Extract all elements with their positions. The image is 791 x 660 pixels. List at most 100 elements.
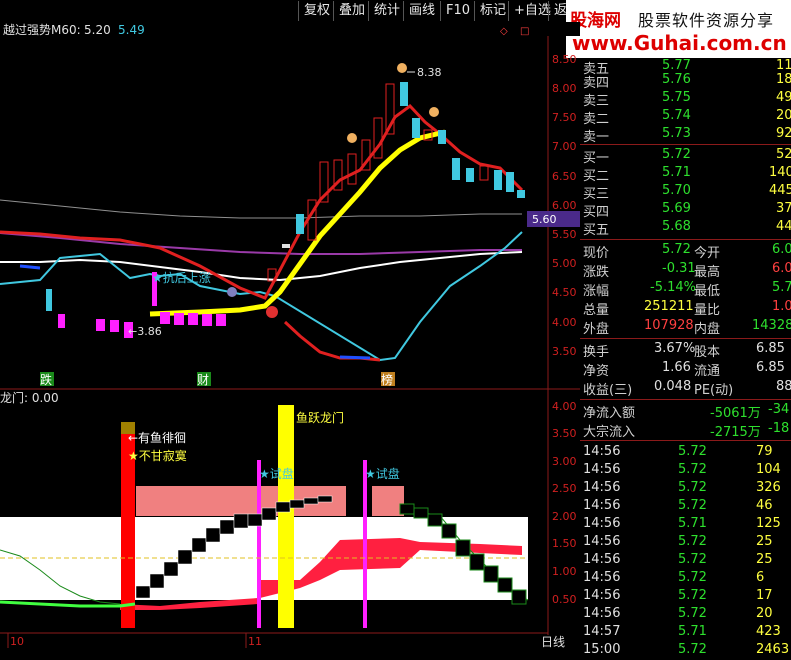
sell-signal-icon	[266, 306, 278, 318]
tick-price: 5.72	[678, 498, 707, 513]
price-chart[interactable]: 越过强势M60: 5.20 5.49 ◇ □ 8.50 8.00 7.50 7.…	[0, 22, 580, 390]
sub-tick: 1.50	[552, 537, 577, 550]
tick-price: 5.72	[678, 642, 707, 657]
stat-row: 现价 5.72 今开 6.0	[583, 242, 791, 261]
square-icon: □	[520, 26, 529, 37]
yellow-signal-bar	[278, 405, 294, 628]
tick-time: 14:56	[583, 480, 621, 495]
tick-time: 14:56	[583, 534, 621, 549]
ma-red-low	[283, 320, 381, 362]
magenta-signal-bar	[363, 460, 367, 628]
f10-button[interactable]: F10	[440, 1, 475, 21]
tick-time: 15:00	[583, 642, 621, 657]
date-label: 11	[248, 635, 262, 648]
sub-tick: 3.00	[552, 455, 577, 468]
indicator-value-2: 5.49	[118, 23, 145, 37]
sub-tick: 2.00	[552, 510, 577, 523]
candle	[174, 313, 184, 325]
candle	[202, 314, 212, 326]
period-label[interactable]: 日线	[541, 635, 565, 648]
tick-row: 14:56 5.72 46	[580, 498, 791, 516]
label-buganjimo: ★不甘寂寞	[128, 448, 187, 463]
label-shipan-2: ★试盘	[365, 466, 400, 481]
candle	[282, 244, 290, 248]
tick-row: 15:00 5.72 2463	[580, 642, 791, 660]
stats-button[interactable]: 统计	[368, 1, 405, 21]
ma-blue-low	[339, 355, 371, 360]
quote-panel: 卖五 5.77 11 卖四 5.76 18 卖三 5.75 49 卖二 5.74 20 卖一 5.…	[580, 58, 791, 657]
ask-row[interactable]: 卖三 5.75 49	[580, 90, 791, 109]
candle	[160, 312, 170, 324]
indicator-value-1: 5.20	[84, 23, 111, 37]
price-tick: 6.50	[552, 170, 577, 183]
tick-time: 14:56	[583, 498, 621, 513]
ask-row[interactable]: 卖二 5.74 20	[580, 108, 791, 127]
bid-row[interactable]: 买二 5.71 140	[580, 165, 791, 184]
logo-tagline: 股票软件资源分享	[638, 11, 775, 30]
tick-time: 14:56	[583, 606, 621, 621]
ask-row[interactable]: 卖一 5.73 92	[580, 126, 791, 145]
price-tick: 4.00	[552, 316, 577, 329]
magenta-signal-bar	[257, 460, 261, 628]
candle	[96, 319, 105, 331]
tick-volume: 25	[756, 552, 773, 567]
tick-price: 5.72	[678, 462, 707, 477]
pink-zone	[372, 486, 404, 516]
divider	[580, 144, 791, 145]
stat-row: 换手 3.67% 股本 6.85	[583, 341, 785, 360]
bid-row[interactable]: 买四 5.69 37	[580, 201, 791, 220]
diamond-icon: ◇	[500, 26, 508, 37]
price-tick: 3.50	[552, 345, 577, 358]
price-tick: 7.00	[552, 140, 577, 153]
candle	[110, 320, 119, 332]
high-marker: 8.38	[397, 63, 442, 79]
candle	[347, 153, 357, 185]
tick-price: 5.72	[678, 570, 707, 585]
dragon-gate-chart[interactable]: 龙门: 0.00 4.00 3.50 3.00 2.50 2.00 1.50 1…	[0, 390, 580, 648]
tick-volume: 125	[756, 516, 781, 531]
price-axis: 8.50 8.00 7.50 7.00 6.50 6.00 5.50 5.00 …	[552, 53, 577, 358]
tick-row: 14:56 5.72 104	[580, 462, 791, 480]
tick-row: 14:57 5.71 423	[580, 624, 791, 642]
overlay-button[interactable]: 叠加	[333, 1, 370, 21]
tick-time: 14:56	[583, 588, 621, 603]
date-label: 10	[10, 635, 24, 648]
fuquan-button[interactable]: 复权	[298, 1, 335, 21]
draw-button[interactable]: 画线	[403, 1, 440, 21]
candle	[296, 214, 304, 234]
ask-row[interactable]: 卖四 5.76 18	[580, 72, 791, 91]
mark-button[interactable]: 标记	[474, 1, 511, 21]
sub-tick: 4.00	[552, 400, 577, 413]
tick-price: 5.71	[678, 516, 707, 531]
bid-row[interactable]: 买一 5.72 52	[580, 147, 791, 166]
guhai-logo: 股海网 股票软件资源分享 www.Guhai.com.cn	[566, 0, 791, 58]
head-icon	[347, 133, 357, 143]
tick-price: 5.71	[678, 624, 707, 639]
tick-volume: 20	[756, 606, 773, 621]
marker-die: 跌	[40, 372, 52, 387]
candle	[188, 313, 198, 325]
stat-row: 涨跌 -0.31 最高 6.0	[583, 261, 791, 280]
tick-time: 14:56	[583, 444, 621, 459]
price-tick: 8.00	[552, 82, 577, 95]
flow-row: 净流入额 -5061万 -34	[583, 402, 790, 421]
tick-volume: 6	[756, 570, 765, 585]
price-tick: 7.50	[552, 111, 577, 124]
tick-price: 5.72	[678, 606, 707, 621]
ma-gray-line	[0, 199, 522, 219]
tick-volume: 17	[756, 588, 773, 603]
sub-tick: 2.50	[552, 482, 577, 495]
tick-row: 14:56 5.71 125	[580, 516, 791, 534]
current-price-tag: 5.60	[532, 213, 557, 226]
tick-volume: 423	[756, 624, 781, 639]
bid-row[interactable]: 买五 5.68 44	[580, 219, 791, 238]
marker-cai: 财	[197, 373, 209, 387]
tick-price: 5.72	[678, 444, 707, 459]
bid-row[interactable]: 买三 5.70 445	[580, 183, 791, 202]
candle	[438, 130, 446, 144]
price-tick: 8.50	[552, 53, 577, 66]
tick-row: 14:56 5.72 79	[580, 444, 791, 462]
tick-time: 14:56	[583, 462, 621, 477]
tick-price: 5.72	[678, 480, 707, 495]
candle	[517, 190, 525, 198]
